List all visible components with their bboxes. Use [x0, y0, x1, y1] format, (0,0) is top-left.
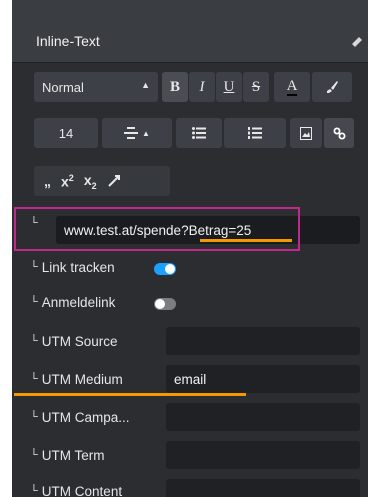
utm-term-label: └ UTM Term: [30, 448, 105, 463]
font-size-value: 14: [58, 125, 74, 141]
format-toolbar-row-1: Normal ▲ B I U S A: [34, 72, 354, 102]
strikethrough-button[interactable]: S: [243, 72, 269, 102]
url-highlight-box: [14, 207, 300, 251]
utm-source-label: └ UTM Source: [30, 334, 118, 349]
bullet-list-button[interactable]: [176, 118, 222, 148]
chevron-up-icon: ▲: [142, 128, 150, 138]
text-color-button[interactable]: A: [274, 72, 310, 102]
font-size-select[interactable]: 14: [34, 118, 98, 148]
italic-button[interactable]: I: [189, 72, 215, 102]
utm-campaign-input[interactable]: [166, 403, 360, 431]
eraser-icon[interactable]: [350, 34, 364, 48]
link-button[interactable]: [324, 118, 354, 148]
chevron-up-icon: ▲: [141, 80, 150, 90]
panel-header: Inline-Text: [12, 0, 368, 63]
subscript-button[interactable]: x2: [84, 172, 97, 191]
login-link-label: └ Anmeldelink: [30, 295, 116, 310]
image-icon: [300, 126, 312, 140]
login-link-toggle[interactable]: [154, 298, 176, 310]
panel-title: Inline-Text: [36, 33, 100, 49]
utm-source-input[interactable]: [166, 327, 360, 355]
utm-medium-label: └ UTM Medium: [30, 372, 123, 387]
format-toolbar-row-2: 14 ▲: [34, 118, 354, 148]
highlight-color-button[interactable]: [312, 72, 352, 102]
link-tracking-toggle[interactable]: [154, 263, 176, 275]
numbered-list-icon: [248, 127, 262, 139]
bullet-list-icon: [192, 127, 206, 139]
block-format-label: Normal: [42, 79, 84, 95]
link-icon: [333, 127, 345, 139]
numbered-list-button[interactable]: [224, 118, 286, 148]
format-toolbar-row-3: „ x2 x2: [34, 166, 174, 196]
align-select[interactable]: ▲: [102, 118, 172, 148]
insert-image-button[interactable]: [290, 118, 322, 148]
utm-medium-input[interactable]: email: [166, 365, 360, 393]
quote-icon[interactable]: „: [44, 173, 51, 189]
clear-format-icon[interactable]: [107, 174, 121, 188]
utm-content-input[interactable]: [166, 479, 360, 497]
bold-button[interactable]: B: [162, 72, 188, 102]
utm-campaign-label: └ UTM Campa...: [30, 410, 130, 425]
underline-button[interactable]: U: [216, 72, 242, 102]
url-param-underline: [200, 239, 292, 242]
block-format-select[interactable]: Normal ▲: [34, 72, 158, 102]
utm-term-input[interactable]: [166, 441, 360, 469]
script-button-group: „ x2 x2: [34, 166, 170, 196]
superscript-button[interactable]: x2: [61, 173, 74, 190]
utm-medium-underline: [14, 393, 246, 396]
brush-icon: [327, 81, 338, 93]
link-tracking-label: └ Link tracken: [30, 260, 115, 275]
align-center-icon: [124, 127, 139, 139]
utm-content-label: └ UTM Content: [30, 484, 123, 497]
